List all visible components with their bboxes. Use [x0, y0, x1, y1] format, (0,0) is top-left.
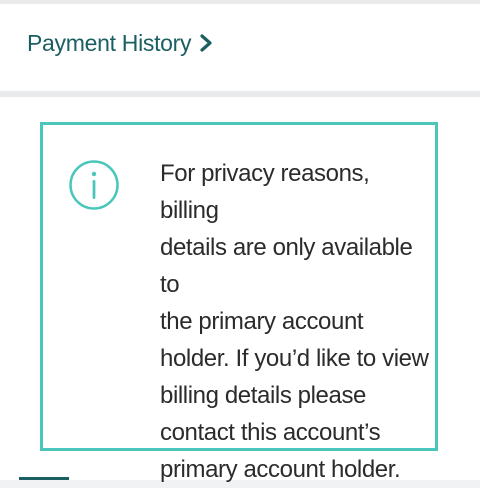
notice-line: primary account holder.	[160, 456, 401, 483]
notice-line: contact this account’s	[160, 419, 381, 446]
info-icon	[69, 160, 119, 210]
privacy-notice-box: For privacy reasons, billing details are…	[40, 122, 438, 483]
notice-line: the primary account	[160, 308, 364, 335]
privacy-notice-text: For privacy reasons, billing details are…	[160, 155, 430, 488]
notice-line: For privacy reasons, billing	[160, 160, 370, 224]
payment-history-label: Payment History	[27, 30, 192, 56]
notice-line: details are only available to	[160, 234, 413, 298]
billing-details-panel: For privacy reasons, billing details are…	[0, 97, 480, 483]
chevron-right-icon	[200, 34, 212, 52]
payment-history-section: Payment History	[0, 4, 480, 91]
notice-line: billing details please	[160, 382, 367, 409]
payment-history-link[interactable]: Payment History	[27, 28, 214, 58]
notice-line: holder. If you’d like to view	[160, 345, 429, 372]
